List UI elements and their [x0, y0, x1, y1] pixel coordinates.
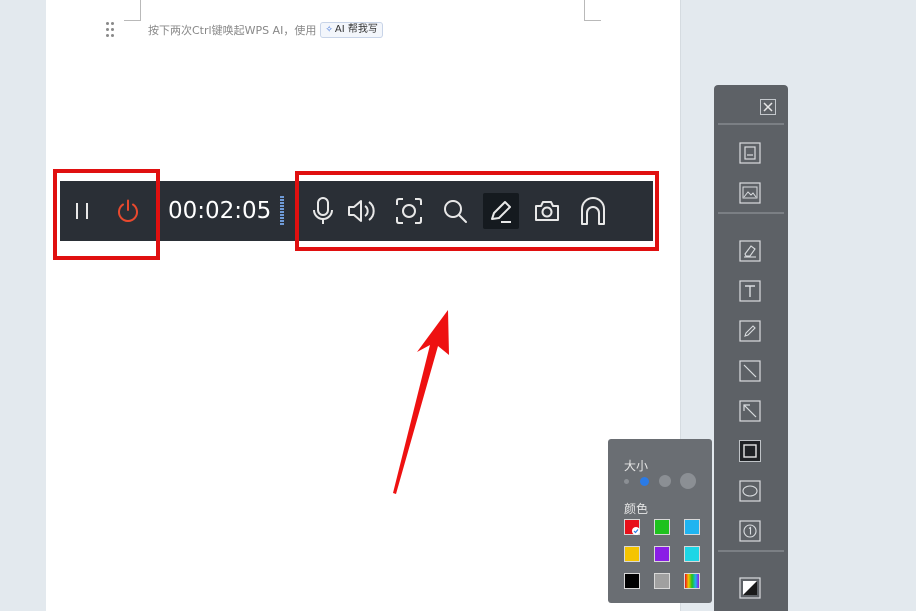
size-label: 大小 — [624, 459, 649, 473]
page-margin-corner-left — [124, 0, 141, 21]
pencil-tool-button[interactable] — [739, 320, 761, 342]
color-swatch-blue[interactable] — [684, 519, 700, 535]
audio-level-meter — [280, 196, 284, 226]
arrow-icon — [739, 400, 761, 422]
color-swatch-cyan[interactable] — [684, 546, 700, 562]
eraser-button[interactable] — [739, 240, 761, 262]
document-page: 按下两次Ctrl键唤起WPS AI，使用 ✧ AI 帮我写 — [46, 0, 681, 611]
control-buttons-highlight — [53, 169, 160, 260]
toolbar-divider — [718, 550, 784, 552]
rectangle-icon — [743, 444, 757, 458]
text-tool-button[interactable] — [739, 280, 761, 302]
line-icon — [739, 360, 761, 382]
color-swatch-black[interactable] — [624, 573, 640, 589]
tool-buttons-highlight — [295, 171, 659, 251]
save-icon — [739, 142, 761, 164]
ai-hint: 按下两次Ctrl键唤起WPS AI，使用 ✧ AI 帮我写 — [148, 22, 383, 38]
number-marker-button[interactable] — [739, 520, 761, 542]
ellipse-icon — [739, 480, 761, 502]
insert-image-button[interactable] — [739, 182, 761, 204]
ellipse-tool-button[interactable] — [739, 480, 761, 502]
annotation-toolbar — [714, 85, 788, 611]
toolbar-divider — [718, 123, 784, 125]
fill-toggle-button[interactable] — [739, 577, 761, 599]
color-swatch-yellow[interactable] — [624, 546, 640, 562]
pointer-arrow-graphic — [393, 310, 449, 494]
sparkle-icon: ✧ — [325, 25, 333, 35]
size-option-1[interactable] — [624, 479, 629, 484]
size-option-3[interactable] — [659, 475, 671, 487]
color-label: 颜色 — [624, 502, 649, 516]
fill-toggle-icon — [739, 577, 761, 599]
size-option-2[interactable] — [640, 477, 649, 486]
color-swatch-custom[interactable] — [684, 573, 700, 589]
style-popup: 大小 颜色 — [608, 439, 712, 603]
toolbar-close-button[interactable] — [760, 99, 776, 115]
page-margin-corner-right — [584, 0, 601, 21]
paragraph-drag-handle-icon[interactable] — [106, 22, 116, 38]
pencil-icon — [739, 320, 761, 342]
color-swatch-green[interactable] — [654, 519, 670, 535]
color-swatch-gray[interactable] — [654, 573, 670, 589]
close-icon — [763, 102, 773, 112]
rectangle-tool-button[interactable] — [739, 440, 761, 462]
color-swatch-purple[interactable] — [654, 546, 670, 562]
ai-write-button[interactable]: ✧ AI 帮我写 — [320, 22, 383, 38]
color-swatch-red[interactable] — [624, 519, 640, 535]
check-icon — [632, 527, 640, 535]
image-icon — [739, 182, 761, 204]
recording-timer: 00:02:05 — [168, 198, 272, 224]
line-tool-button[interactable] — [739, 360, 761, 382]
arrow-tool-button[interactable] — [739, 400, 761, 422]
eraser-icon — [739, 240, 761, 262]
toolbar-divider — [718, 212, 784, 214]
ai-hint-text: 按下两次Ctrl键唤起WPS AI，使用 — [148, 24, 317, 37]
text-icon — [739, 280, 761, 302]
save-button[interactable] — [739, 142, 761, 164]
size-option-4[interactable] — [680, 473, 696, 489]
number-marker-icon — [739, 520, 761, 542]
